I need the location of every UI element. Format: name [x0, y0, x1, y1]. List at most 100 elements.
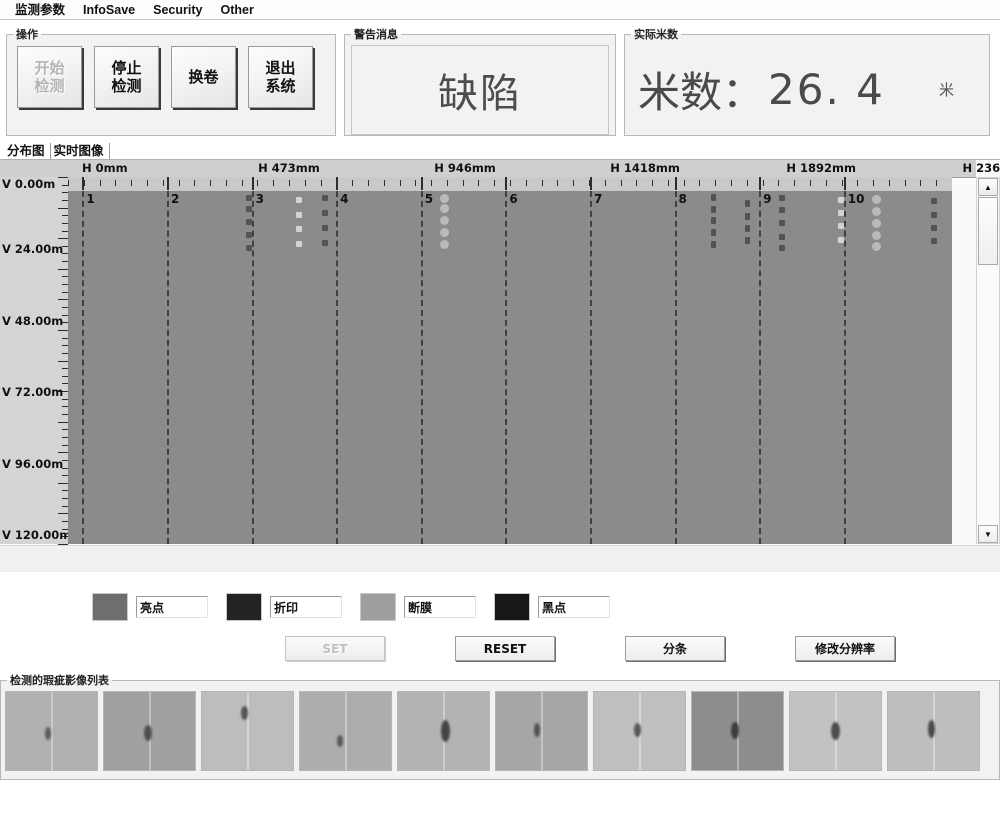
defect-marker	[778, 207, 785, 214]
thumbnail-defect-spot	[928, 720, 936, 739]
plot-gridline	[251, 191, 254, 544]
defect-thumbnail[interactable]	[103, 691, 196, 771]
tab-distribution-chart[interactable]: 分布图	[4, 143, 51, 159]
v-tick	[58, 207, 68, 209]
defect-marker	[321, 224, 328, 231]
legend-name-input[interactable]	[404, 596, 476, 618]
defect-thumbnail[interactable]	[789, 691, 882, 771]
legend-item	[360, 593, 476, 621]
defect-marker	[440, 216, 450, 225]
slitting-button[interactable]: 分条	[625, 636, 725, 661]
h-tick	[888, 180, 890, 186]
h-tick	[936, 180, 938, 186]
operation-group: 操作 开始 检测 停止 检测 换卷 退出 系统	[6, 26, 336, 136]
tab-strip: 分布图 实时图像	[0, 142, 1000, 160]
defect-thumbnail[interactable]	[299, 691, 392, 771]
menu-item-monitor-params[interactable]: 监测参数	[6, 1, 74, 19]
plot-column-number: 4	[340, 192, 349, 206]
h-tick	[604, 180, 606, 186]
change-roll-button[interactable]: 换卷	[171, 46, 236, 108]
reset-button[interactable]: RESET	[455, 636, 555, 661]
h-tick	[367, 180, 369, 186]
defect-marker	[930, 238, 937, 245]
scrollbar-thumb[interactable]	[978, 197, 998, 265]
defect-thumbnail[interactable]	[691, 691, 784, 771]
defect-thumbnail[interactable]	[495, 691, 588, 771]
plot-column-number: 5	[424, 192, 434, 206]
start-detect-button[interactable]: 开始 检测	[17, 46, 82, 108]
defect-marker	[296, 226, 303, 233]
defect-marker	[871, 242, 881, 252]
v-tick	[58, 268, 68, 270]
h-tick	[731, 180, 732, 186]
defect-marker	[778, 220, 785, 227]
defect-marker	[296, 196, 303, 203]
vertical-ruler: V 0.00m V 24.00m V 48.00m V 72.00m V 96.00m V…	[0, 177, 71, 545]
plot-gridline	[82, 191, 85, 544]
defect-thumbnail[interactable]	[593, 691, 686, 771]
legend-name-input[interactable]	[136, 596, 208, 618]
h-tick	[825, 180, 827, 186]
v-ruler-label: V 72.00m	[2, 385, 64, 400]
defect-marker	[245, 218, 252, 225]
defect-marker	[245, 245, 252, 252]
h-tick	[289, 180, 290, 186]
h-tick-major	[759, 177, 762, 190]
defect-thumbnail[interactable]	[5, 691, 98, 771]
legend-color-swatch[interactable]	[92, 593, 128, 621]
v-ruler-label: V 48.00m	[2, 313, 64, 328]
v-tick	[58, 238, 68, 240]
menu-item-other[interactable]: Other	[211, 1, 262, 19]
menu-item-infosave[interactable]: InfoSave	[74, 1, 144, 19]
defect-marker	[778, 194, 785, 201]
defect-marker	[296, 211, 303, 218]
plot-column-number: 7	[593, 192, 603, 206]
h-tick	[541, 180, 543, 186]
h-tick	[162, 180, 164, 186]
defect-image-list-group: 检测的瑕疵影像列表	[0, 672, 1000, 780]
defect-thumbnail[interactable]	[397, 691, 490, 771]
v-tick	[58, 482, 68, 484]
stop-detect-button[interactable]: 停止 检测	[94, 46, 159, 108]
h-ruler-label: H 946mm	[434, 161, 496, 175]
legend-color-swatch[interactable]	[226, 593, 262, 621]
defect-thumbnail[interactable]	[201, 691, 294, 771]
scroll-up-icon[interactable]: ▲	[978, 178, 998, 196]
tab-realtime-image[interactable]: 实时图像	[51, 143, 110, 159]
stop-detect-label-line2: 检测	[111, 77, 142, 95]
defect-marker	[321, 239, 328, 246]
plot-gridline	[843, 191, 846, 544]
h-tick-major	[420, 177, 423, 190]
warning-message-group: 警告消息 缺陷	[344, 26, 616, 136]
v-tick	[58, 513, 68, 515]
defect-plot[interactable]: 1 2 3 4 5 6 7 8 9 10	[68, 177, 952, 544]
defect-marker	[930, 198, 937, 205]
menu-item-security[interactable]: Security	[144, 1, 211, 19]
vertical-tick-marks	[58, 177, 68, 545]
legend-name-input[interactable]	[538, 596, 610, 618]
legend-item	[226, 593, 342, 621]
legend-item	[92, 593, 208, 621]
h-tick-major	[843, 177, 846, 190]
chart-vertical-scrollbar[interactable]: ▲ ▼	[976, 177, 1000, 544]
h-tick	[778, 180, 780, 186]
h-tick	[620, 180, 622, 186]
meter-label: 米数：	[638, 67, 765, 117]
h-tick	[809, 180, 811, 186]
defect-thumbnail[interactable]	[887, 691, 980, 771]
h-tick	[273, 180, 275, 186]
defect-marker	[440, 239, 450, 249]
h-tick	[225, 180, 227, 186]
exit-system-button[interactable]: 退出 系统	[248, 46, 313, 108]
set-button[interactable]: SET	[285, 636, 385, 661]
defect-marker	[837, 210, 844, 217]
legend-color-swatch[interactable]	[494, 593, 530, 621]
h-tick	[841, 180, 843, 186]
h-tick	[715, 180, 717, 186]
scroll-down-icon[interactable]: ▼	[978, 525, 998, 543]
thumbnail-defect-spot	[731, 721, 740, 739]
legend-color-swatch[interactable]	[360, 593, 396, 621]
defect-marker	[930, 211, 937, 218]
modify-resolution-button[interactable]: 修改分辨率	[795, 636, 895, 661]
legend-name-input[interactable]	[270, 596, 342, 618]
